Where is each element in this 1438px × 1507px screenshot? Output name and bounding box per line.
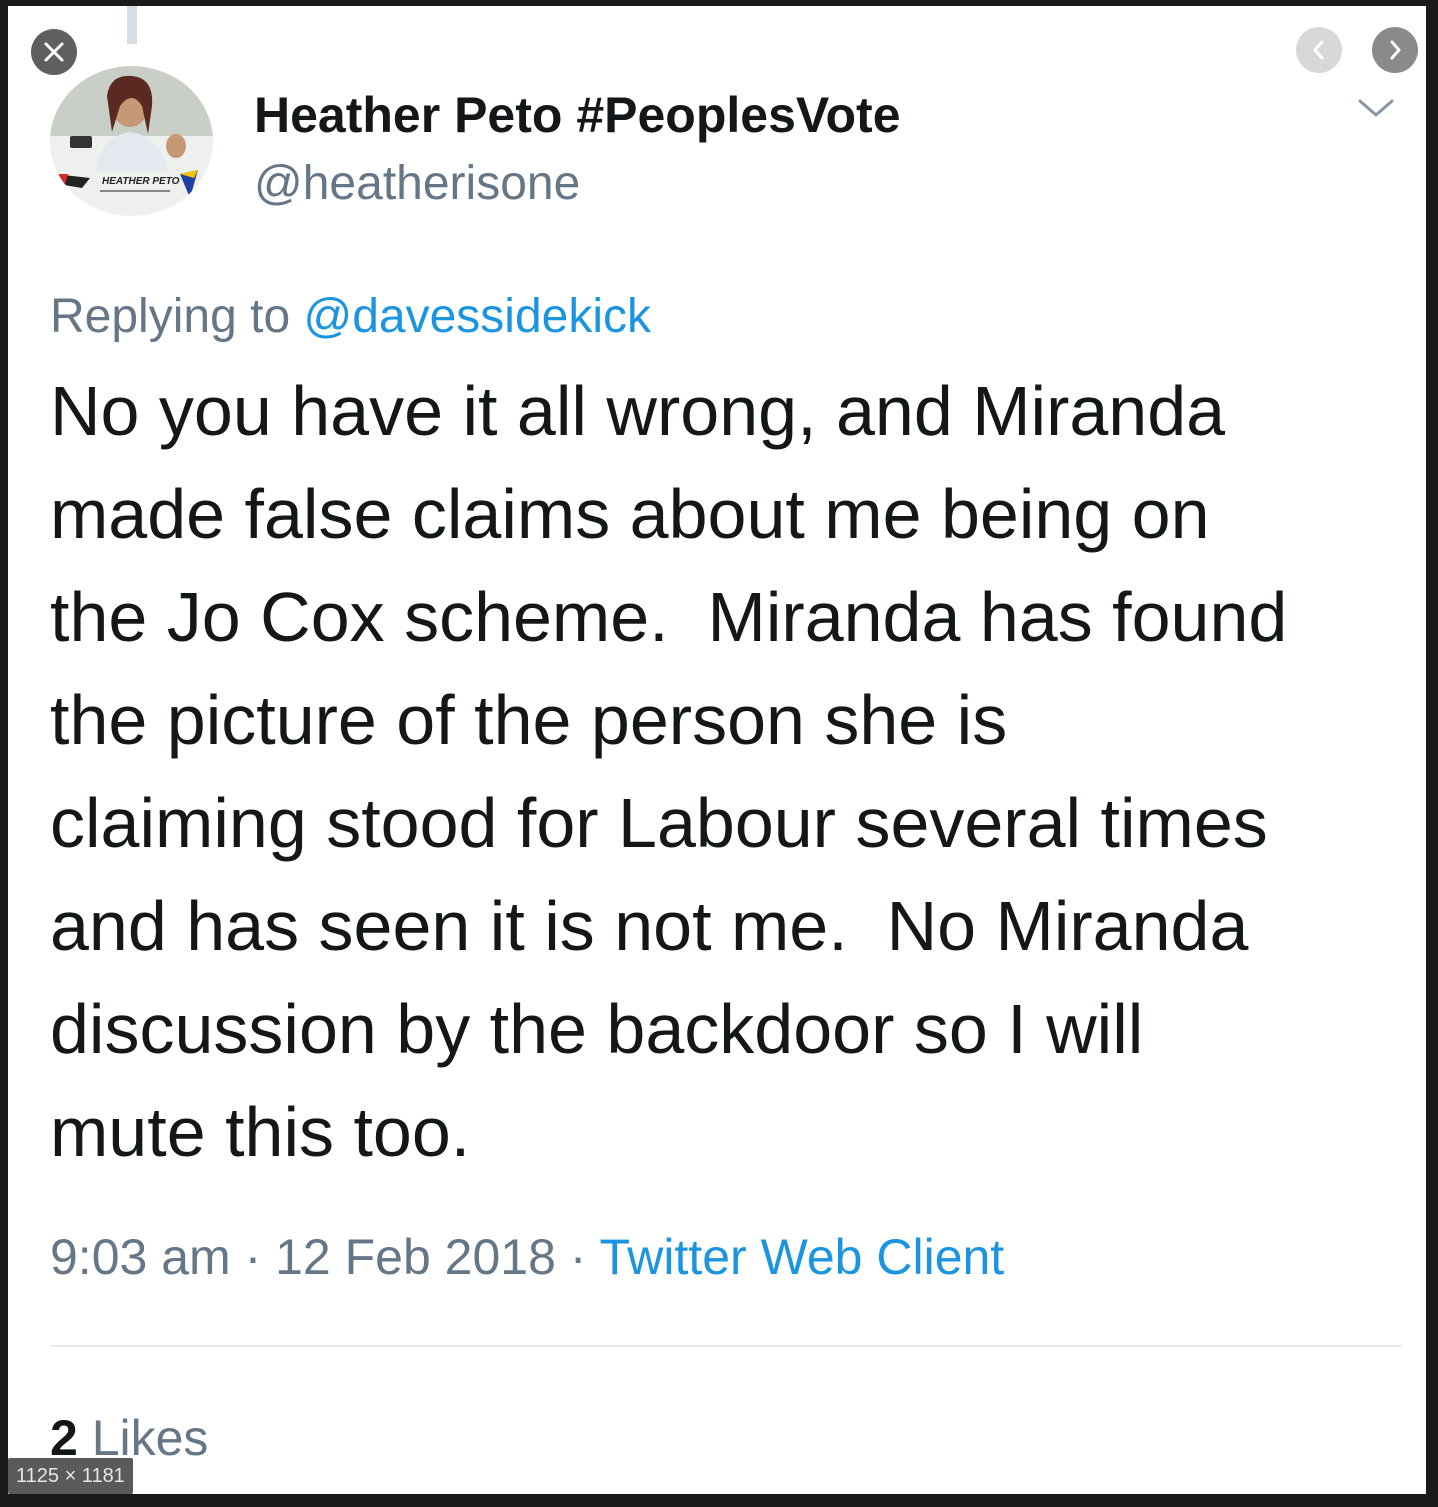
tweet-text-line: claiming stood for Labour several times: [50, 784, 1268, 862]
avatar-photo: HEATHER PETO: [50, 66, 213, 216]
image-viewer: HEATHER PETO Heather Peto #PeoplesVote @…: [0, 0, 1438, 1507]
image-dimensions-badge: 1125 × 1181: [8, 1458, 133, 1494]
meta-separator: ·: [230, 1229, 276, 1285]
tweet-text: No you have it all wrong, and Miranda ma…: [50, 360, 1420, 1184]
display-name[interactable]: Heather Peto #PeoplesVote: [254, 86, 901, 144]
chevron-left-icon: [1313, 40, 1324, 60]
tweet-metadata: 9:03 am · 12 Feb 2018 · Twitter Web Clie…: [50, 1228, 1004, 1286]
tweet-options-button[interactable]: [1352, 88, 1400, 128]
tweet-text-line: discussion by the backdoor so I will: [50, 990, 1144, 1068]
tweet-source-link[interactable]: Twitter Web Client: [599, 1229, 1004, 1285]
tweet-text-line: and has seen it is not me. No Miranda: [50, 887, 1249, 965]
tweet-date[interactable]: 12 Feb 2018: [275, 1229, 556, 1285]
avatar-banner-text: HEATHER PETO: [102, 176, 180, 187]
next-image-button[interactable]: [1372, 27, 1418, 73]
previous-image-button[interactable]: [1296, 27, 1342, 73]
chevron-down-icon: [1358, 99, 1394, 117]
tweet-text-line: the Jo Cox scheme. Miranda has found: [50, 578, 1288, 656]
tweet-text-line: mute this too.: [50, 1093, 471, 1171]
close-icon: [44, 42, 64, 62]
meta-separator: ·: [555, 1229, 600, 1285]
replying-to-prefix: Replying to: [50, 290, 304, 343]
replying-to: Replying to @davessidekick: [50, 289, 651, 344]
tweet-text-line: made false claims about me being on: [50, 475, 1210, 553]
tweet-time[interactable]: 9:03 am: [50, 1229, 231, 1285]
tweet-text-line: the picture of the person she is: [50, 681, 1008, 759]
tweet-text-line: No you have it all wrong, and Miranda: [50, 372, 1226, 450]
avatar[interactable]: HEATHER PETO: [50, 66, 213, 216]
replying-to-mention-link[interactable]: @davessidekick: [303, 290, 651, 343]
user-handle[interactable]: @heatherisone: [254, 156, 580, 211]
tweet-screenshot: HEATHER PETO Heather Peto #PeoplesVote @…: [8, 6, 1426, 1494]
divider: [50, 1345, 1402, 1347]
thread-connector: [127, 6, 137, 44]
close-button[interactable]: [31, 29, 77, 75]
chevron-right-icon: [1390, 40, 1401, 60]
